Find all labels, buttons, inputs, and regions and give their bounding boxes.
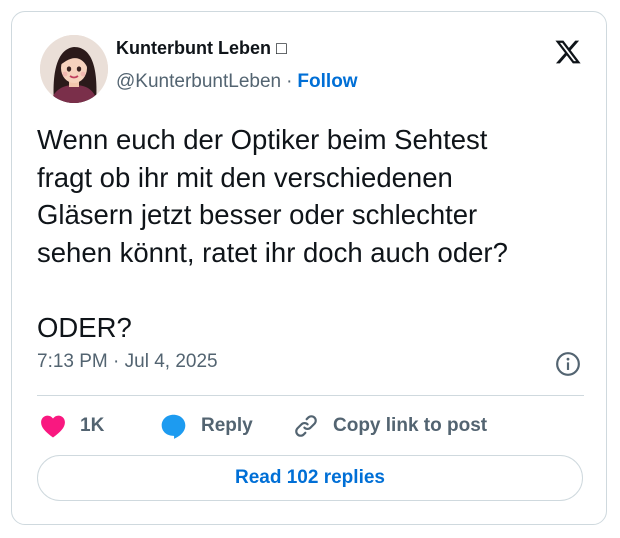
tweet-line: ODER?	[37, 311, 132, 343]
action-bar: 1K Reply Copy link to post	[37, 408, 587, 444]
divider	[37, 395, 584, 396]
reply-label: Reply	[201, 415, 253, 436]
copy-link-button[interactable]: Copy link to post	[293, 408, 487, 444]
display-name-text: Kunterbunt Leben	[116, 38, 271, 58]
separator-dot: ·	[286, 71, 293, 92]
tweet-line: Gläsern jetzt besser oder schlechter	[37, 199, 478, 230]
tweet-line: Wenn euch der Optiker beim Sehtest	[37, 124, 488, 155]
copy-link-label: Copy link to post	[333, 415, 488, 436]
handle[interactable]: @KunterbuntLeben	[116, 71, 281, 92]
speech-bubble-icon	[161, 414, 186, 439]
handle-row: @KunterbuntLeben · Follow	[116, 71, 358, 93]
info-icon[interactable]	[555, 351, 581, 377]
tweet-line: sehen könnt, ratet ihr doch auch oder?	[37, 236, 508, 268]
reply-button[interactable]: Reply	[160, 408, 253, 444]
likes-count: 1K	[80, 415, 105, 436]
avatar[interactable]	[40, 35, 108, 103]
read-replies-button[interactable]: Read 102 replies	[37, 455, 583, 501]
like-button[interactable]: 1K	[40, 408, 104, 444]
heart-icon	[41, 415, 65, 438]
timestamp[interactable]: 7:13 PM · Jul 4, 2025	[37, 351, 218, 373]
x-logo-icon[interactable]	[553, 38, 583, 66]
tweet-card: Kunterbunt Leben □ @KunterbuntLeben · Foll…	[11, 11, 607, 525]
follow-link[interactable]: Follow	[297, 71, 357, 92]
display-name[interactable]: Kunterbunt Leben □	[116, 38, 287, 59]
link-icon	[295, 415, 317, 437]
tweet-line: fragt ob ihr mit den verschiedenen	[37, 161, 453, 193]
avatar-illustration	[40, 35, 108, 103]
name-emoji: □	[276, 38, 287, 58]
tweet-text: Wenn euch der Optiker beim Sehtest fragt…	[37, 121, 597, 346]
read-replies-label: Read 102 replies	[235, 467, 385, 488]
